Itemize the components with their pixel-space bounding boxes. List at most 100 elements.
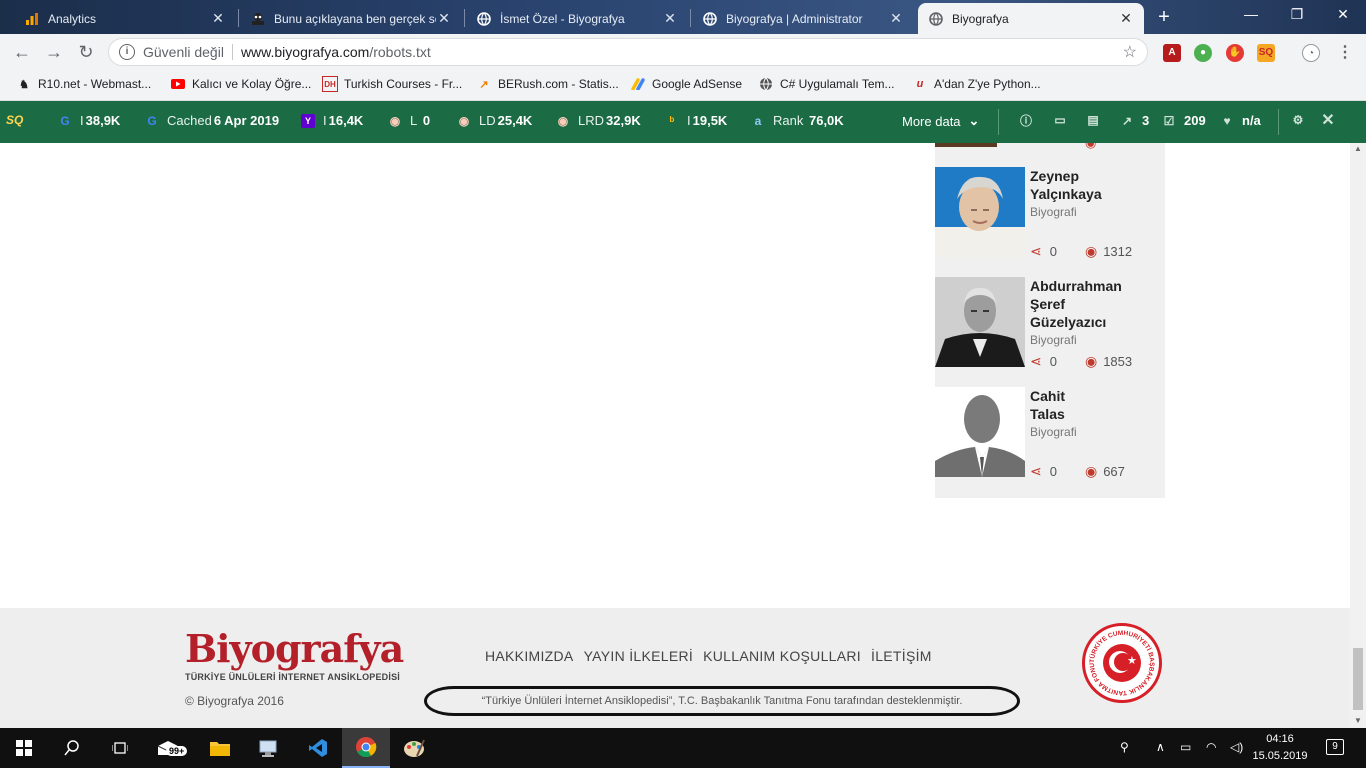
adsense-icon	[630, 76, 646, 92]
close-icon[interactable]: ✕	[662, 10, 678, 27]
info-icon[interactable]: i	[119, 44, 135, 60]
close-icon[interactable]: ✕	[436, 10, 452, 27]
bio-card[interactable]: Cahit Talas Biyografi ⋖ 0 ◉ 667	[935, 387, 1165, 487]
diagnosis-icon[interactable]: ▭	[1053, 113, 1075, 127]
info-icon[interactable]: ⓘ	[1019, 113, 1041, 128]
metric-semrush-l[interactable]: ◉ L 0	[388, 113, 430, 128]
volume-icon[interactable]: ◁)	[1230, 740, 1243, 754]
semrush-icon: ◉	[389, 113, 401, 128]
view-count: 1853	[1103, 354, 1133, 369]
new-tab-button[interactable]: +	[1152, 6, 1176, 28]
tab-title: Biyografya | Administrator	[726, 11, 863, 26]
bookmarks-bar: ♞ R10.net - Webmast... Kalıcı ve Kolay Ö…	[0, 70, 1366, 101]
bio-card[interactable]: Zeynep Yalçınkaya Biyografi ⋖ 0 ◉ 1312	[935, 167, 1165, 267]
network-app-icon[interactable]	[244, 728, 292, 768]
vscode-icon[interactable]	[294, 728, 342, 768]
footer-link-publishing-principles[interactable]: YAYIN İLKELERİ	[584, 648, 694, 664]
close-icon[interactable]: ✕	[888, 10, 904, 27]
footer-link-terms[interactable]: KULLANIM KOŞULLARI	[703, 648, 861, 664]
settings-gear-icon[interactable]: ⚙	[1291, 113, 1313, 127]
close-icon[interactable]: ✕	[210, 10, 226, 27]
tab-ismet-ozel[interactable]: İsmet Özel - Biyografya ✕	[466, 3, 688, 34]
file-explorer-icon[interactable]	[196, 728, 244, 768]
density-icon[interactable]: ▤	[1086, 113, 1108, 127]
metric-bing-index[interactable]: ᵇ I 19,5K	[665, 113, 728, 128]
windows-start-icon[interactable]	[0, 728, 48, 768]
color-extension-icon[interactable]: ●	[1194, 44, 1212, 62]
system-clock[interactable]: 04:16 15.05.2019	[1250, 731, 1310, 765]
bio-name[interactable]: Zeynep Yalçınkaya	[1030, 167, 1160, 203]
external-links-metric[interactable]: ↗ 3	[1120, 113, 1149, 128]
bio-category[interactable]: Biyografi	[1030, 425, 1077, 439]
adblock-extension-icon[interactable]: ✋	[1226, 44, 1244, 62]
bookmark-star-icon[interactable]: ☆	[1123, 42, 1137, 62]
bio-category[interactable]: Biyografi	[1030, 333, 1077, 347]
tab-biyografya[interactable]: Biyografya ✕	[918, 3, 1144, 34]
bookmark-python[interactable]: u A'dan Z'ye Python...	[912, 76, 1041, 92]
udemy-icon: u	[916, 78, 924, 90]
search-icon[interactable]	[48, 728, 96, 768]
bookmark-csharp[interactable]: C# Uygulamalı Tem...	[758, 76, 895, 92]
more-data-dropdown[interactable]: More data ⌄	[902, 113, 979, 129]
chevron-up-icon[interactable]: ∧	[1156, 740, 1165, 754]
window-close-icon[interactable]: ✕	[1328, 6, 1358, 23]
address-bar[interactable]: i Güvenli değil www.biyografya.com/robot…	[108, 38, 1148, 66]
wifi-icon[interactable]: ◠	[1206, 740, 1216, 754]
internal-links-metric[interactable]: ☑ 209	[1162, 113, 1206, 128]
spy-icon	[250, 11, 266, 27]
metric-yahoo-index[interactable]: Y I 16,4K	[301, 113, 363, 128]
share-icon[interactable]: ⋖	[1030, 463, 1042, 480]
paint-icon[interactable]	[390, 728, 438, 768]
bio-stats: ⋖ 0 ◉ 1853	[1030, 353, 1132, 370]
site-footer: Biyografya TÜRKİYE ÜNLÜLERİ İNTERNET ANS…	[0, 608, 1366, 728]
forward-icon[interactable]: →	[44, 42, 64, 62]
bookmark-r10[interactable]: ♞ R10.net - Webmast...	[16, 76, 151, 92]
bookmark-berush[interactable]: ↗ BERush.com - Statis...	[476, 76, 619, 92]
bio-name[interactable]: Abdurrahman Şeref Güzelyazıcı	[1030, 277, 1160, 331]
scroll-down-arrow-icon[interactable]: ▼	[1352, 716, 1364, 726]
metric-semrush-ld[interactable]: ◉ LD 25,4K	[457, 113, 533, 128]
bookmark-youtube[interactable]: Kalıcı ve Kolay Öğre...	[170, 76, 311, 92]
bookmark-turkish-courses[interactable]: DH Turkish Courses - Fr...	[322, 76, 462, 92]
share-icon[interactable]: ⋖	[1030, 353, 1042, 370]
metric-alexa-rank[interactable]: a Rank 76,0K	[751, 113, 844, 128]
tab-bunu[interactable]: Bunu açıklayana ben gerçek se ✕	[240, 3, 462, 34]
footer-link-contact[interactable]: İLETİŞİM	[871, 648, 932, 664]
metric-google-cached[interactable]: G Cached 6 Apr 2019	[145, 113, 279, 128]
close-icon[interactable]: ✕	[1118, 10, 1134, 27]
bookmark-adsense[interactable]: Google AdSense	[630, 76, 742, 92]
reload-icon[interactable]: ↻	[76, 42, 96, 62]
minimize-icon[interactable]: —	[1236, 6, 1266, 22]
seoquake-extension-icon[interactable]: SQ	[1257, 44, 1275, 62]
scrollbar-thumb[interactable]	[1353, 648, 1363, 710]
share-icon[interactable]: ⋖	[1030, 243, 1042, 260]
pdf-extension-icon[interactable]: A	[1163, 44, 1181, 62]
government-seal-logo[interactable]: TÜRKİYE CUMHURİYETİ BAŞBAKANLIK TANITMA …	[1082, 623, 1162, 703]
footer-link-about[interactable]: HAKKIMIZDA	[485, 648, 574, 664]
bio-name[interactable]: Cahit Talas	[1030, 387, 1160, 423]
notification-center-icon[interactable]: 9	[1326, 738, 1344, 755]
metric-semrush-lrd[interactable]: ◉ LRD 32,9K	[556, 113, 641, 128]
bookmark-label: BERush.com - Statis...	[498, 77, 619, 91]
page-scrollbar[interactable]	[1350, 143, 1366, 728]
social-metric[interactable]: ♥ n/a	[1220, 113, 1260, 128]
menu-icon[interactable]: ⋮	[1336, 44, 1354, 62]
site-logo[interactable]: Biyografya	[185, 626, 404, 671]
restore-icon[interactable]: ❐	[1282, 6, 1312, 23]
back-icon[interactable]: ←	[12, 42, 32, 62]
battery-icon[interactable]: ▭	[1180, 740, 1191, 754]
tab-analytics[interactable]: Analytics ✕	[14, 3, 236, 34]
placeholder-avatar-icon	[935, 387, 1025, 477]
bio-category[interactable]: Biyografi	[1030, 205, 1077, 219]
bio-card[interactable]: Abdurrahman Şeref Güzelyazıcı Biyografi …	[935, 277, 1165, 377]
seoquake-logo-icon[interactable]: SQ	[6, 113, 23, 127]
eye-icon: ◉	[1084, 463, 1098, 479]
people-icon[interactable]: ⚲	[1120, 740, 1129, 754]
metric-google-index[interactable]: G I 38,9K	[58, 113, 120, 128]
tab-biyografya-admin[interactable]: Biyografya | Administrator ✕	[692, 3, 914, 34]
profile-avatar-icon[interactable]: ◔	[1302, 44, 1320, 62]
chrome-icon[interactable]	[342, 728, 390, 768]
close-seobar-icon[interactable]: ✕	[1321, 112, 1343, 129]
scroll-up-arrow-icon[interactable]: ▲	[1352, 144, 1364, 154]
task-view-icon[interactable]	[96, 728, 144, 768]
